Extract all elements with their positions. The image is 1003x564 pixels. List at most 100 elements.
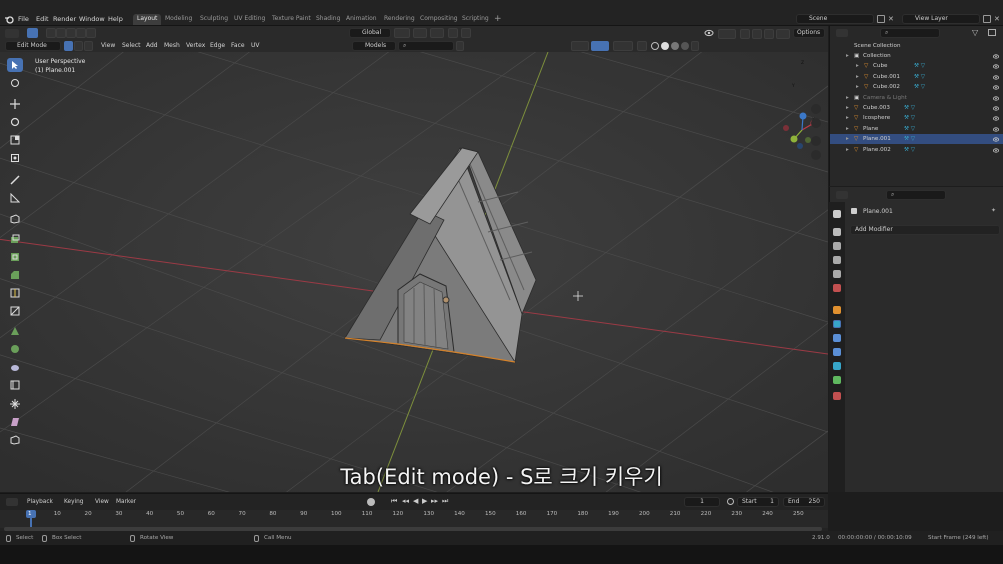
visibility-eye-icon[interactable] <box>993 63 999 69</box>
annotate-tool[interactable] <box>7 173 23 187</box>
expand-chevron-icon[interactable]: ▸ <box>856 61 859 71</box>
tab-animation[interactable]: Animation <box>342 14 381 25</box>
pan-hand-icon[interactable] <box>811 118 821 128</box>
tab-shading[interactable]: Shading <box>312 14 344 25</box>
visibility-eye-icon[interactable] <box>993 126 999 132</box>
overlays-toggle-button[interactable] <box>613 41 633 51</box>
toggle-b-button[interactable] <box>752 29 762 39</box>
properties-editor-icon[interactable] <box>836 191 848 199</box>
snap-target-dropdown[interactable]: Models <box>352 41 396 51</box>
menu-select[interactable]: Select <box>122 42 141 49</box>
view-layer-selector[interactable]: View Layer <box>902 14 980 24</box>
add-cube-tool[interactable] <box>7 212 23 226</box>
shading-material-icon[interactable] <box>671 42 679 50</box>
end-frame-field[interactable]: End 250 <box>783 497 825 507</box>
tab-compositing[interactable]: Compositing <box>416 14 462 25</box>
menu-view[interactable]: View <box>101 42 115 49</box>
view-layer-tab-icon[interactable] <box>833 256 841 264</box>
rotate-tool[interactable] <box>7 115 23 129</box>
shading-solid-icon[interactable] <box>661 42 669 50</box>
visibility-eye-icon[interactable] <box>993 105 999 111</box>
outliner-row[interactable]: ▸ ▽ Plane.002 ⚒ ▽ <box>830 145 1003 155</box>
expand-chevron-icon[interactable]: ▸ <box>846 113 849 123</box>
shrink-fatten-tool[interactable] <box>7 397 23 411</box>
outliner-row[interactable]: ▸ ▣ Collection <box>830 51 1003 61</box>
spin-tool[interactable] <box>7 342 23 356</box>
select-mode-invert-button[interactable] <box>76 28 86 38</box>
rip-region-tool[interactable] <box>7 433 23 447</box>
outliner-editor-icon[interactable] <box>836 29 848 37</box>
copy-view-layer-icon[interactable] <box>983 15 991 23</box>
prev-keyframe-icon[interactable]: ◂◂ <box>402 497 409 505</box>
menu-add[interactable]: Add <box>146 42 158 49</box>
outliner-row[interactable]: ▸ ▽ Cube ⚒ ▽ <box>830 61 1003 71</box>
gizmo-toggle-button[interactable] <box>591 41 609 51</box>
menu-mesh[interactable]: Mesh <box>164 42 180 49</box>
mode-dropdown[interactable]: Edit Mode <box>5 41 61 51</box>
menu-edit[interactable]: Edit <box>36 15 49 23</box>
scale-tool[interactable] <box>7 133 23 147</box>
visibility-eye-icon[interactable] <box>993 115 999 121</box>
outliner-search-input[interactable]: ⌕ <box>880 28 940 38</box>
edge-slide-tool[interactable] <box>7 378 23 392</box>
current-frame-field[interactable]: 1 <box>684 497 720 507</box>
select-mode-intersect-button[interactable] <box>86 28 96 38</box>
properties-search-input[interactable]: ⌕ <box>886 190 946 200</box>
expand-chevron-icon[interactable]: ▸ <box>846 93 849 103</box>
object-tab-icon[interactable] <box>833 306 841 314</box>
outliner-row[interactable]: ▸ ▽ Cube.003 ⚒ ▽ <box>830 103 1003 113</box>
data-tab-icon[interactable] <box>833 376 841 384</box>
bevel-tool[interactable] <box>7 268 23 282</box>
menu-face[interactable]: Face <box>231 42 245 49</box>
record-button[interactable] <box>367 498 375 506</box>
knife-tool[interactable] <box>7 304 23 318</box>
toggle-a-button[interactable] <box>740 29 750 39</box>
viewport-search-input[interactable]: ⌕ <box>398 41 454 51</box>
view-object-types-button[interactable] <box>571 41 589 51</box>
tab-rendering[interactable]: Rendering <box>380 14 419 25</box>
particles-tab-icon[interactable] <box>833 334 841 342</box>
timeline-menu-keying[interactable]: Keying <box>64 499 83 505</box>
transform-tool[interactable] <box>7 151 23 165</box>
expand-chevron-icon[interactable]: ▸ <box>846 145 849 155</box>
tab-modeling[interactable]: Modeling <box>161 14 196 25</box>
search-clear-button[interactable] <box>456 41 464 51</box>
expand-chevron-icon[interactable]: ▸ <box>856 82 859 92</box>
scene-selector[interactable]: Scene <box>796 14 874 24</box>
select-mode-extend-button[interactable] <box>56 28 66 38</box>
world-tab-icon[interactable] <box>833 284 841 292</box>
outliner-row[interactable]: ▸ ▣ Camera & Light <box>830 93 1003 103</box>
inset-faces-tool[interactable] <box>7 250 23 264</box>
expand-chevron-icon[interactable]: ▸ <box>856 72 859 82</box>
visibility-eye-icon[interactable] <box>704 29 714 37</box>
timeline-menu-view[interactable]: View <box>95 499 109 505</box>
modifier-tab-icon[interactable] <box>833 320 841 328</box>
select-mode-subtract-button[interactable] <box>66 28 76 38</box>
menu-help[interactable]: Help <box>108 15 123 23</box>
shading-options-button[interactable] <box>691 41 699 51</box>
render-tab-icon[interactable] <box>833 228 841 236</box>
menu-file[interactable]: File <box>18 15 29 23</box>
toggle-c-button[interactable] <box>764 29 774 39</box>
visibility-eye-icon[interactable] <box>993 84 999 90</box>
extrude-region-tool[interactable] <box>7 232 23 246</box>
select-box-tool[interactable] <box>7 58 23 72</box>
material-tab-icon[interactable] <box>833 392 841 400</box>
scene-tab-icon[interactable] <box>833 270 841 278</box>
options-dropdown[interactable]: Options <box>793 28 825 38</box>
zoom-icon[interactable] <box>811 104 821 114</box>
move-tool[interactable] <box>7 97 23 111</box>
visibility-eye-icon[interactable] <box>993 95 999 101</box>
measure-tool[interactable] <box>7 191 23 205</box>
menu-window[interactable]: Window <box>79 15 105 23</box>
output-tab-icon[interactable] <box>833 242 841 250</box>
snap-toggle-button[interactable] <box>413 28 427 38</box>
editor-type-icon[interactable] <box>5 29 19 38</box>
proportional-edit-button[interactable] <box>448 28 458 38</box>
shading-wireframe-icon[interactable] <box>651 42 659 50</box>
add-workspace-icon[interactable]: + <box>494 14 502 24</box>
3d-viewport[interactable]: X Y Z <box>0 52 828 492</box>
clock-icon[interactable] <box>727 498 734 505</box>
snap-element-button[interactable] <box>430 28 444 38</box>
outliner-row[interactable]: ▸ ▽ Cube.002 ⚒ ▽ <box>830 82 1003 92</box>
